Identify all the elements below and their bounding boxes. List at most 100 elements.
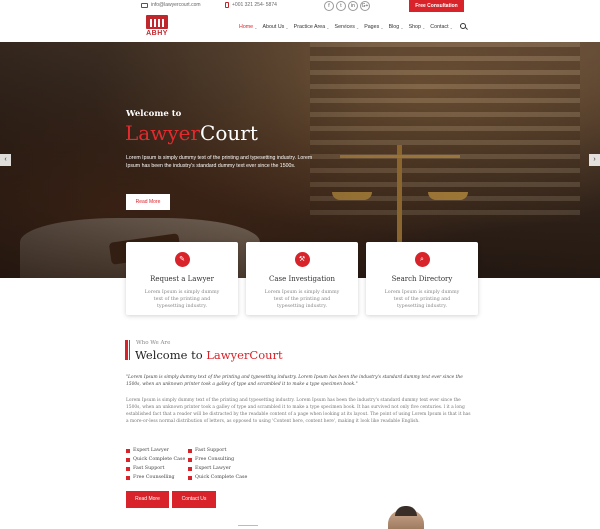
list-item: Quick Complete Case <box>188 473 247 482</box>
linkedin-icon[interactable]: in <box>348 1 358 11</box>
list-item: Free Consulting <box>188 455 247 464</box>
check-icon <box>126 457 130 462</box>
google-plus-icon[interactable]: G+ <box>360 1 370 11</box>
hero-title: LawyerCourt <box>125 121 258 145</box>
email-contact[interactable]: info@lawyercourt.com <box>141 2 201 8</box>
nav-label: Practice Area <box>293 24 326 30</box>
feature-card-search-directory[interactable]: ⌕ Search Directory Lorem Ipsum is simply… <box>366 242 478 315</box>
nav-item-home[interactable]: Home ⌄ <box>239 24 258 30</box>
list-item: Fast Support <box>126 464 185 473</box>
nav-item-about[interactable]: About Us ⌄ <box>263 24 289 30</box>
chevron-down-icon: ⌄ <box>449 24 453 30</box>
check-icon <box>188 475 192 480</box>
pen-icon: ✎ <box>174 252 190 267</box>
courthouse-icon <box>146 15 168 29</box>
list-item: Fast Support <box>188 446 247 455</box>
nav-label: Pages <box>364 24 380 30</box>
list-item-label: Fast Support <box>195 448 227 453</box>
section-accent-bar <box>125 340 128 360</box>
slider-next-arrow-icon[interactable]: › <box>589 154 600 166</box>
about-title: Welcome to LawyerCourt <box>135 348 283 362</box>
gavel-icon: ⚒ <box>294 252 310 267</box>
list-item-label: Expert Lawyer <box>133 448 169 453</box>
chevron-down-icon: ⌄ <box>380 24 384 30</box>
about-read-more-button[interactable]: Read More <box>126 491 169 508</box>
slider-prev-arrow-icon[interactable]: ‹ <box>0 154 11 166</box>
hero-title-white: Court <box>200 121 258 145</box>
list-item-label: Quick Complete Case <box>195 475 248 480</box>
nav-label: About Us <box>262 24 285 30</box>
site-header: ABHY Home ⌄ About Us ⌄ Practice Area ⌄ Serv… <box>0 13 600 42</box>
site-logo[interactable]: ABHY <box>142 15 172 41</box>
phone-icon <box>225 2 229 8</box>
nav-item-blog[interactable]: Blog ⌄ <box>389 24 404 30</box>
feature-card-case-investigation[interactable]: ⚒ Case Investigation Lorem Ipsum is simp… <box>246 242 358 315</box>
social-links: f t in G+ <box>324 1 370 11</box>
hero-read-more-button[interactable]: Read More <box>126 194 170 210</box>
list-item-label: Fast Support <box>133 466 165 471</box>
nav-label: Shop <box>408 24 421 30</box>
chevron-down-icon: ⌄ <box>421 24 426 30</box>
email-text: info@lawyercourt.com <box>151 2 201 8</box>
card-title: Search Directory <box>391 275 453 283</box>
check-icon <box>188 448 192 453</box>
chevron-down-icon: ⌄ <box>326 24 330 30</box>
contact-us-button[interactable]: Contact Us <box>172 491 216 508</box>
phone-contact[interactable]: +001 321 254- 5874 <box>225 2 277 8</box>
nav-item-shop[interactable]: Shop ⌄ <box>409 24 426 30</box>
check-icon <box>126 475 130 480</box>
nav-label: Home <box>239 24 254 30</box>
chevron-down-icon: ⌄ <box>254 24 258 30</box>
lawyer-portrait-image <box>388 506 424 529</box>
top-bar: info@lawyercourt.com +001 321 254- 5874 … <box>0 0 600 13</box>
section-divider <box>238 525 258 526</box>
feature-card-request-lawyer[interactable]: ✎ Request a Lawyer Lorem Ipsum is simply… <box>126 242 238 315</box>
about-title-red: LawyerCourt <box>206 348 283 362</box>
check-icon <box>126 448 130 453</box>
nav-item-practice-area[interactable]: Practice Area ⌄ <box>294 24 330 30</box>
search-icon[interactable] <box>460 23 466 29</box>
hero-title-red: Lawyer <box>125 121 201 145</box>
list-item-label: Expert Lawyer <box>195 466 231 471</box>
feature-list-right: Fast Support Free Consulting Expert Lawy… <box>188 446 247 482</box>
check-icon <box>188 457 192 462</box>
list-item: Free Counselling <box>126 473 185 482</box>
about-subtitle: Who We Are <box>136 340 171 346</box>
nav-item-pages[interactable]: Pages ⌄ <box>364 24 383 30</box>
logo-text: ABHY <box>146 30 168 37</box>
facebook-icon[interactable]: f <box>324 1 334 11</box>
nav-label: Services <box>334 24 355 30</box>
about-quote: "Lorem Ipsum is simply dummy text of the… <box>126 375 463 387</box>
twitter-icon[interactable]: t <box>336 1 346 11</box>
check-icon <box>188 466 192 471</box>
chevron-down-icon: ⌄ <box>285 24 289 30</box>
card-text: Lorem Ipsum is simply dummy text of the … <box>264 290 340 309</box>
card-text: Lorem Ipsum is simply dummy text of the … <box>144 290 220 309</box>
list-item: Quick Complete Case <box>126 455 185 464</box>
section-accent-bar-thin <box>129 340 130 360</box>
card-title: Request a Lawyer <box>150 275 214 283</box>
feature-list-left: Expert Lawyer Quick Complete Case Fast S… <box>126 446 185 482</box>
nav-item-contact[interactable]: Contact ⌄ <box>430 24 453 30</box>
list-item-label: Free Counselling <box>133 475 175 480</box>
list-item: Expert Lawyer <box>188 464 247 473</box>
about-paragraph: Lorem Ipsum is simply dummy text of the … <box>126 398 471 424</box>
chevron-down-icon: ⌄ <box>400 24 404 30</box>
search-icon: ⌕ <box>414 252 430 267</box>
mail-icon <box>141 2 148 8</box>
chevron-down-icon: ⌄ <box>355 24 360 30</box>
free-consultation-button[interactable]: Free Consultation <box>409 0 464 12</box>
nav-label: Blog <box>388 24 400 30</box>
card-title: Case Investigation <box>269 275 335 283</box>
hero-description: Lorem Ipsum is simply dummy text of the … <box>126 155 313 169</box>
main-nav: Home ⌄ About Us ⌄ Practice Area ⌄ Services ⌄… <box>239 24 453 30</box>
about-title-black: Welcome to <box>135 348 207 362</box>
hero-welcome: Welcome to <box>126 109 182 119</box>
list-item-label: Quick Complete Case <box>133 457 186 462</box>
phone-text: +001 321 254- 5874 <box>232 2 277 8</box>
list-item-label: Free Consulting <box>195 457 235 462</box>
nav-label: Contact <box>430 24 449 30</box>
card-text: Lorem Ipsum is simply dummy text of the … <box>384 290 460 309</box>
nav-item-services[interactable]: Services ⌄ <box>335 24 360 30</box>
list-item: Expert Lawyer <box>126 446 185 455</box>
